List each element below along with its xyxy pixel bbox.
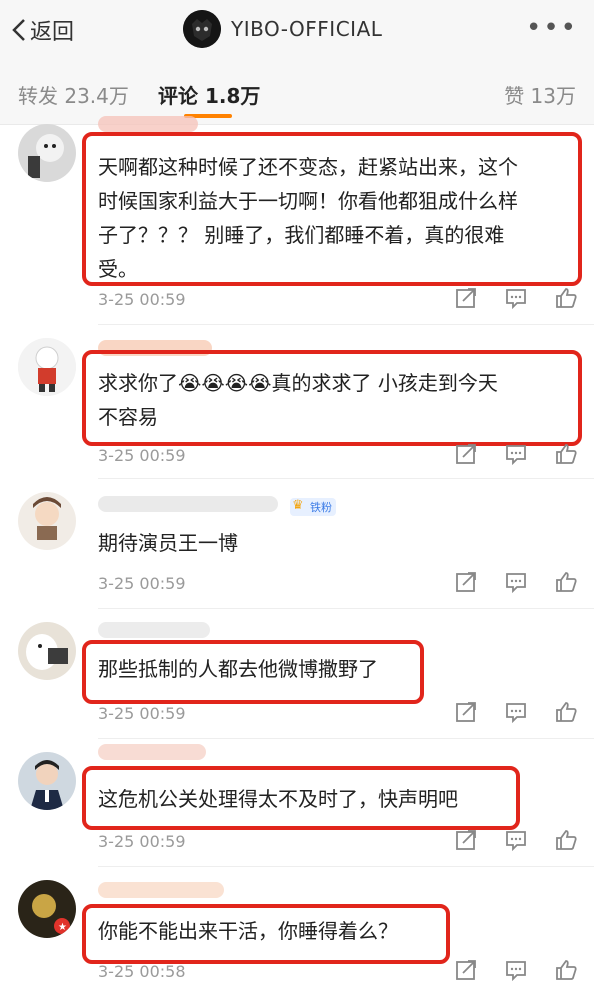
tab-likes[interactable]: 赞 13万	[504, 80, 576, 109]
username-redacted	[98, 622, 210, 638]
divider	[98, 738, 594, 739]
like-icon[interactable]	[554, 958, 578, 982]
share-icon[interactable]	[454, 700, 478, 724]
username-redacted	[98, 116, 198, 132]
comment-icon[interactable]	[504, 958, 528, 982]
username-redacted	[98, 744, 206, 760]
comment-icon[interactable]	[504, 570, 528, 594]
comment-text: 这危机公关处理得太不及时了，快声明吧	[98, 787, 458, 811]
top-nav-bar: 返回 YIBO-OFFICIAL •••	[0, 0, 594, 58]
comment-icon[interactable]	[504, 442, 528, 466]
avatar[interactable]: ★	[18, 880, 76, 938]
comment-text: 你能不能出来干活，你睡得着么？	[98, 919, 398, 943]
comment-time: 3-25 00:59	[98, 446, 186, 465]
share-icon[interactable]	[454, 286, 478, 310]
account-title: YIBO-OFFICIAL	[231, 17, 383, 41]
comment-time: 3-25 00:59	[98, 704, 186, 723]
username-redacted	[98, 882, 224, 898]
share-icon[interactable]	[454, 570, 478, 594]
like-icon[interactable]	[554, 442, 578, 466]
share-icon[interactable]	[454, 828, 478, 852]
account-header[interactable]: YIBO-OFFICIAL	[183, 10, 382, 48]
avatar[interactable]	[18, 492, 76, 550]
comment-icon[interactable]	[504, 286, 528, 310]
avatar[interactable]	[18, 622, 76, 680]
share-icon[interactable]	[454, 958, 478, 982]
tab-repost[interactable]: 转发 23.4万	[18, 80, 129, 109]
avatar[interactable]	[18, 124, 76, 182]
avatar[interactable]	[18, 338, 76, 396]
comment-time: 3-25 00:58	[98, 962, 186, 981]
comment-icon[interactable]	[504, 828, 528, 852]
comment-text: 天啊都这种时候了还不变态，赶紧站出来，这个 时候国家利益大于一切啊！你看他都狙成…	[98, 155, 518, 281]
share-icon[interactable]	[454, 442, 478, 466]
comment-text: 求求你了😭😭😭😭真的求求了 小孩走到今天 不容易	[98, 371, 498, 429]
avatar[interactable]	[18, 752, 76, 810]
divider	[98, 608, 594, 609]
comment-text: 期待演员王一博	[98, 531, 238, 555]
comment-time: 3-25 00:59	[98, 574, 186, 593]
like-icon[interactable]	[554, 700, 578, 724]
like-icon[interactable]	[554, 286, 578, 310]
comment-time: 3-25 00:59	[98, 290, 186, 309]
back-label: 返回	[30, 20, 75, 45]
like-icon[interactable]	[554, 828, 578, 852]
comment-time: 3-25 00:59	[98, 832, 186, 851]
divider	[98, 866, 594, 867]
fan-badge-label: 铁粉	[310, 501, 332, 514]
fan-badge: ♛ 铁粉	[290, 498, 336, 516]
svg-text:★: ★	[58, 922, 67, 933]
divider	[98, 324, 594, 325]
crown-icon: ♛	[292, 498, 304, 513]
like-icon[interactable]	[554, 570, 578, 594]
tab-comments[interactable]: 评论 1.8万	[158, 80, 260, 109]
divider	[98, 478, 594, 479]
back-button[interactable]: 返回	[12, 14, 74, 46]
account-avatar[interactable]	[183, 10, 221, 48]
tab-bar: 转发 23.4万 评论 1.8万 赞 13万	[0, 58, 594, 125]
username-redacted	[98, 496, 278, 512]
more-icon[interactable]: •••	[526, 15, 578, 41]
chevron-left-icon	[12, 19, 25, 41]
comment-icon[interactable]	[504, 700, 528, 724]
comment-text: 那些抵制的人都去他微博撒野了	[98, 657, 378, 681]
